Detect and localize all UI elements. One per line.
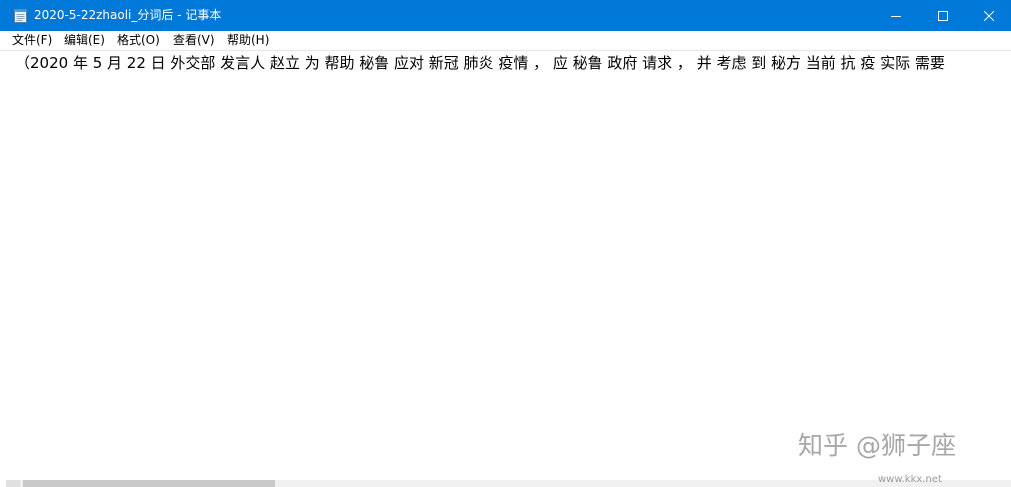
watermark-site: www.kkx.net [878, 474, 942, 485]
menu-bar: 文件(F) 编辑(E) 格式(O) 查看(V) 帮助(H) [0, 31, 1011, 50]
menu-help[interactable]: 帮助(H) [227, 31, 269, 50]
window-title: 2020-5-22zhaoli_分词后 - 记事本 [34, 8, 222, 22]
minimize-icon [891, 15, 901, 17]
menu-edit[interactable]: 编辑(E) [64, 31, 105, 50]
menu-file[interactable]: 文件(F) [12, 31, 52, 50]
notepad-window: 2020-5-22zhaoli_分词后 - 记事本 文件(F) 编辑(E) 格式… [0, 0, 1011, 487]
title-bar[interactable]: 2020-5-22zhaoli_分词后 - 记事本 [0, 0, 1011, 31]
close-icon [984, 10, 994, 21]
minimize-button[interactable] [873, 0, 919, 31]
menu-format[interactable]: 格式(O) [117, 31, 160, 50]
editor-text: （2020 年 5 月 22 日 外交部 发言人 赵立 为 帮助 秘鲁 应对 新… [15, 54, 945, 72]
watermark: 知乎 @狮子座 [798, 431, 956, 460]
close-button[interactable] [966, 0, 1011, 31]
notepad-icon [14, 9, 27, 23]
scroll-left-button[interactable] [6, 480, 20, 487]
menu-view[interactable]: 查看(V) [173, 31, 215, 50]
maximize-icon [938, 10, 948, 21]
maximize-button[interactable] [920, 0, 966, 31]
horizontal-scrollbar[interactable] [6, 480, 1011, 487]
text-editor-area[interactable]: （2020 年 5 月 22 日 外交部 发言人 赵立 为 帮助 秘鲁 应对 新… [0, 50, 1011, 481]
scrollbar-thumb[interactable] [23, 480, 275, 487]
